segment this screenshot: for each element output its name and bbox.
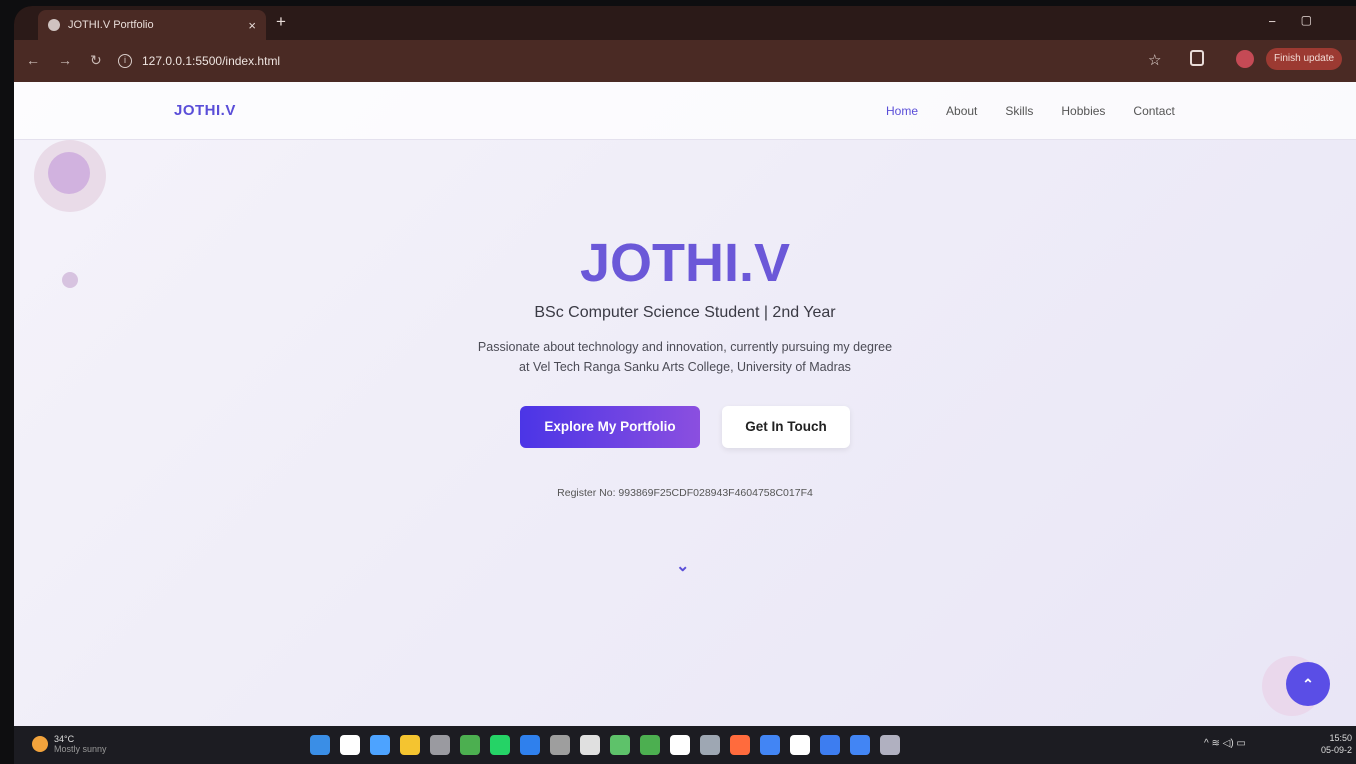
- finish-update-button[interactable]: Finish update: [1266, 48, 1343, 70]
- close-tab-icon[interactable]: ×: [248, 18, 256, 33]
- nav-home[interactable]: Home: [886, 104, 918, 118]
- taskbar-app-icon[interactable]: [640, 735, 660, 755]
- taskbar-app-icon[interactable]: [730, 735, 750, 755]
- taskbar-app-icon[interactable]: [790, 735, 810, 755]
- taskbar-app-icon[interactable]: [880, 735, 900, 755]
- taskbar-app-icon[interactable]: [670, 735, 690, 755]
- weather-sun-icon: [32, 736, 48, 752]
- decorative-circle: [34, 140, 106, 212]
- register-number: Register No: 993869F25CDF028943F4604758C…: [557, 487, 813, 499]
- chevron-down-icon[interactable]: ⌄: [676, 556, 689, 576]
- forward-icon[interactable]: →: [58, 52, 72, 68]
- hero-subtitle: BSc Computer Science Student | 2nd Year: [534, 304, 836, 321]
- taskbar-app-icon[interactable]: [580, 735, 600, 755]
- system-tray[interactable]: ^ ≋ ◁) ▭: [1204, 738, 1246, 749]
- minimize-button[interactable]: −: [1268, 14, 1276, 29]
- screen: JOTHI.V Portfolio × + − ▢ ← → ↻ i 127.0.…: [14, 6, 1356, 764]
- url-input[interactable]: i 127.0.0.1:5500/index.html: [118, 47, 1138, 75]
- weather-widget[interactable]: 34°C Mostly sunny: [32, 734, 107, 754]
- taskbar-app-icon[interactable]: [400, 735, 420, 755]
- taskbar-apps: [310, 735, 900, 755]
- browser-tab-strip: JOTHI.V Portfolio × + − ▢: [14, 6, 1356, 40]
- get-in-touch-button[interactable]: Get In Touch: [722, 406, 850, 448]
- reload-icon[interactable]: ↻: [90, 52, 102, 69]
- taskbar-app-icon[interactable]: [460, 735, 480, 755]
- explore-portfolio-button[interactable]: Explore My Portfolio: [520, 406, 700, 448]
- back-icon[interactable]: ←: [26, 52, 40, 68]
- profile-avatar[interactable]: [1236, 50, 1254, 68]
- clock-date: 05-09-2: [1320, 745, 1352, 755]
- temperature: 34°C: [54, 734, 75, 744]
- nav-skills[interactable]: Skills: [1005, 104, 1033, 118]
- taskbar-app-icon[interactable]: [490, 735, 510, 755]
- new-tab-button[interactable]: +: [276, 12, 286, 32]
- hero-description-line1: Passionate about technology and innovati…: [477, 340, 893, 354]
- address-bar-row: ← → ↻ i 127.0.0.1:5500/index.html ☆ Fini…: [14, 40, 1356, 82]
- taskbar-app-icon[interactable]: [550, 735, 570, 755]
- taskbar-app-icon[interactable]: [850, 735, 870, 755]
- browser-tab[interactable]: JOTHI.V Portfolio ×: [38, 10, 266, 40]
- globe-icon: [48, 19, 60, 31]
- taskbar-app-icon[interactable]: [310, 735, 330, 755]
- decorative-circle-inner: [48, 152, 90, 194]
- hero-description: Passionate about technology and innovati…: [14, 337, 1356, 377]
- site-brand[interactable]: JOTHI.V: [174, 102, 236, 119]
- tab-title: JOTHI.V Portfolio: [68, 19, 154, 31]
- site-info-icon[interactable]: i: [118, 54, 132, 68]
- clock-time: 15:50: [1329, 733, 1352, 743]
- taskbar-app-icon[interactable]: [430, 735, 450, 755]
- windows-taskbar: 34°C Mostly sunny ^ ≋ ◁) ▭ 15:50 05-09-2: [14, 726, 1356, 764]
- taskbar-app-icon[interactable]: [820, 735, 840, 755]
- taskbar-app-icon[interactable]: [370, 735, 390, 755]
- taskbar-app-icon[interactable]: [700, 735, 720, 755]
- bookmark-star-icon[interactable]: ☆: [1148, 51, 1161, 69]
- weather-condition: Mostly sunny: [54, 744, 107, 754]
- site-navbar: JOTHI.V Home About Skills Hobbies Contac…: [14, 82, 1356, 140]
- clock[interactable]: 15:50 05-09-2: [1296, 732, 1352, 756]
- hero-description-line2: at Vel Tech Ranga Sanku Arts College, Un…: [519, 360, 851, 374]
- hero-title: JOTHI.V: [579, 233, 791, 293]
- taskbar-app-icon[interactable]: [610, 735, 630, 755]
- nav-about[interactable]: About: [946, 104, 977, 118]
- back-to-top-button[interactable]: ⌃: [1286, 662, 1330, 706]
- web-page: JOTHI.V Home About Skills Hobbies Contac…: [14, 82, 1356, 726]
- weather-text: 34°C Mostly sunny: [54, 734, 107, 754]
- maximize-button[interactable]: ▢: [1301, 13, 1312, 27]
- site-menu: Home About Skills Hobbies Contact: [886, 104, 1175, 118]
- nav-contact[interactable]: Contact: [1133, 104, 1174, 118]
- url-text: 127.0.0.1:5500/index.html: [142, 54, 281, 68]
- extensions-icon[interactable]: [1190, 50, 1204, 66]
- taskbar-app-icon[interactable]: [340, 735, 360, 755]
- nav-hobbies[interactable]: Hobbies: [1061, 104, 1105, 118]
- taskbar-app-icon[interactable]: [760, 735, 780, 755]
- taskbar-app-icon[interactable]: [520, 735, 540, 755]
